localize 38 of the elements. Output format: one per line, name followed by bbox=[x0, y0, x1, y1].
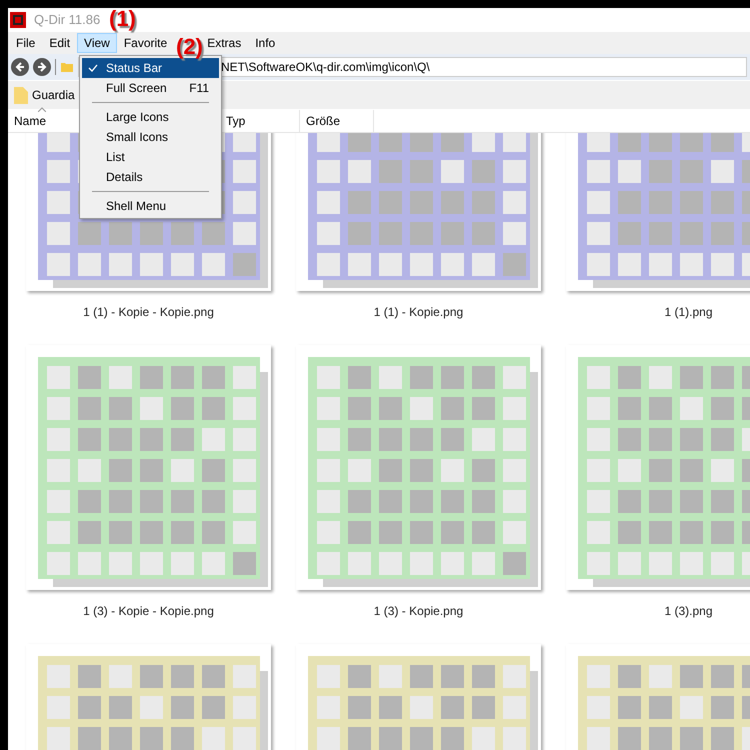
window-title: Q-Dir 11.86 bbox=[34, 11, 100, 30]
option-label: Details bbox=[106, 169, 144, 186]
back-button[interactable] bbox=[11, 58, 29, 76]
menu-option[interactable]: Shell Menu bbox=[82, 196, 219, 216]
menu-item[interactable]: Favorite bbox=[116, 33, 174, 53]
option-label: Small Icons bbox=[106, 129, 170, 146]
app-icon bbox=[10, 12, 26, 28]
file-name[interactable]: 1 (3).png bbox=[664, 602, 713, 620]
menu-option[interactable]: Status Bar bbox=[82, 58, 219, 78]
menu-item[interactable]: View bbox=[77, 33, 117, 53]
option-label: Shell Menu bbox=[106, 198, 168, 215]
shortcut-label: F11 bbox=[189, 80, 209, 97]
folder-icon bbox=[60, 60, 74, 74]
option-label: Full Screen bbox=[106, 80, 168, 97]
file-name[interactable]: 1 (1) - Kopie - Kopie.png bbox=[83, 303, 214, 321]
option-label: List bbox=[106, 149, 126, 166]
left-arrow-icon bbox=[15, 62, 25, 72]
menu-item[interactable]: Edit bbox=[42, 33, 78, 53]
file-name[interactable]: 1 (1) - Kopie.png bbox=[374, 303, 464, 321]
file-name[interactable]: 1 (3) - Kopie - Kopie.png bbox=[83, 602, 214, 620]
menu-item[interactable]: Info bbox=[248, 33, 282, 53]
right-arrow-icon bbox=[37, 62, 47, 72]
menu-option[interactable]: Large Icons bbox=[82, 107, 219, 127]
menu-option[interactable]: Details bbox=[82, 167, 219, 187]
menu-option[interactable]: List bbox=[82, 147, 219, 167]
file-name[interactable]: 1 (3) - Kopie.png bbox=[374, 602, 464, 620]
menu-option[interactable]: Small Icons bbox=[82, 127, 219, 147]
file-name[interactable]: 1 (1).png bbox=[664, 303, 713, 321]
menu-item[interactable]: File bbox=[9, 33, 42, 53]
annotation-label: (1) bbox=[109, 5, 136, 33]
favorite-folder[interactable]: Guardia bbox=[14, 86, 75, 104]
forward-button[interactable] bbox=[33, 58, 51, 76]
option-label: Status Bar bbox=[106, 60, 164, 77]
menu-option[interactable]: Full Screen F11 bbox=[82, 78, 219, 98]
sort-caret-icon bbox=[38, 107, 46, 112]
option-label: Large Icons bbox=[106, 109, 170, 126]
folder-icon bbox=[14, 86, 28, 104]
column-header[interactable]: Größe bbox=[300, 110, 374, 132]
